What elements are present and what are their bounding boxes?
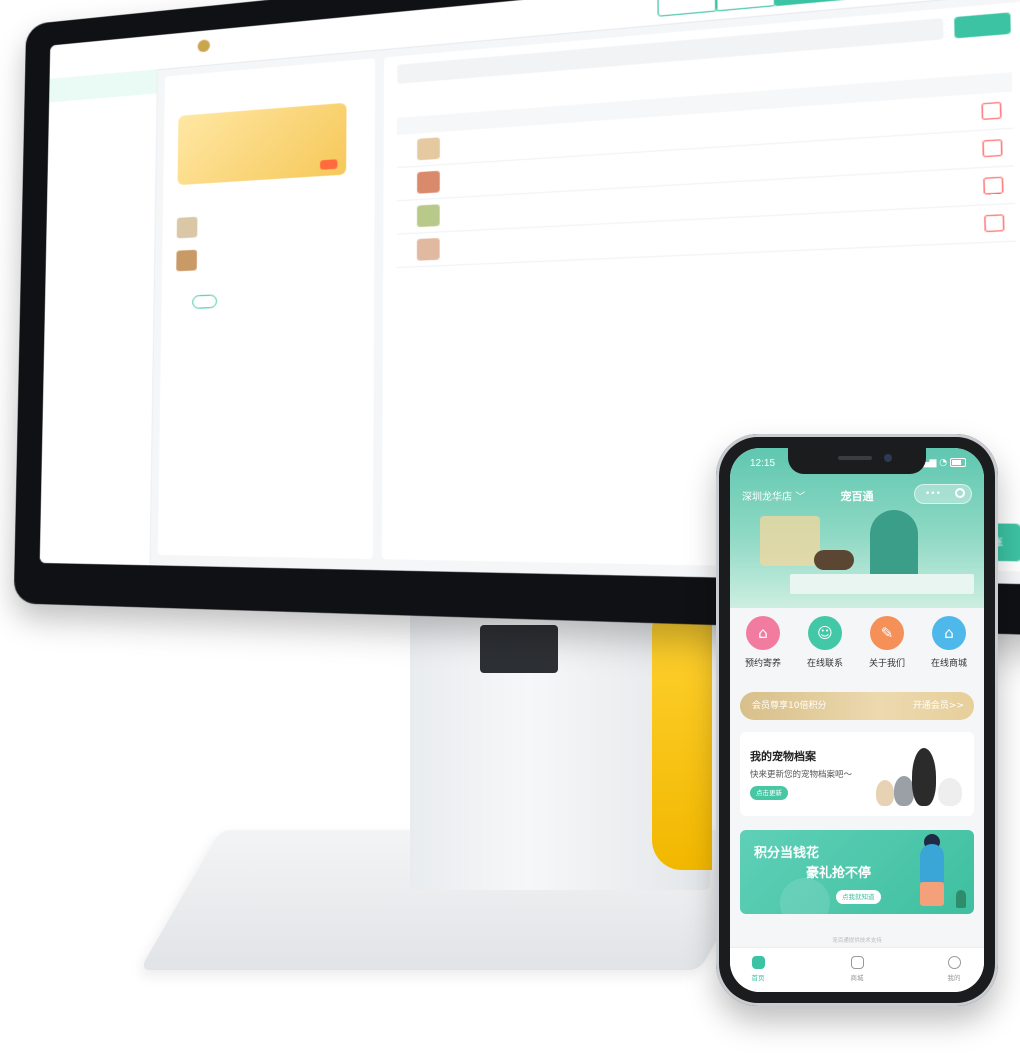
member-banner[interactable]: 会员尊享10倍积分 开通会员>> bbox=[740, 692, 974, 720]
hero-illustration bbox=[730, 510, 984, 608]
menu-item-boarding[interactable]: ⌂ 预约寄养 bbox=[732, 616, 794, 669]
smile-icon bbox=[947, 956, 961, 969]
pos-member-card bbox=[177, 102, 347, 186]
product-thumbnail bbox=[416, 237, 440, 261]
pos-pet-item[interactable] bbox=[176, 208, 346, 240]
menu-item-contact[interactable]: ☺ 在线联系 bbox=[794, 616, 856, 669]
menu-label: 在线联系 bbox=[806, 659, 843, 669]
points-promo-banner[interactable]: 积分当钱花 豪礼抢不停 点我就知道 bbox=[740, 830, 974, 914]
counter-illustration bbox=[790, 574, 974, 594]
tab-mine[interactable]: 我的 bbox=[934, 956, 974, 982]
speaker-grille bbox=[838, 456, 872, 460]
pos-sidebar bbox=[39, 69, 159, 566]
home-icon bbox=[751, 956, 765, 969]
tab-label: 我的 bbox=[947, 974, 961, 982]
pos-top-button-2[interactable] bbox=[714, 0, 777, 12]
menu-label: 预约寄养 bbox=[744, 659, 781, 669]
menu-label: 关于我们 bbox=[868, 659, 905, 669]
menu-item-shop[interactable]: ⌂ 在线商城 bbox=[918, 616, 980, 669]
pet-profile-card: 我的宠物档案 快来更新您的宠物档案吧～ 点击更新 bbox=[740, 732, 974, 816]
phone-device: 12:15 ▂▄▆ ◔ 深圳龙华店 ﹀ 宠百通 ••• ⌂ 预约寄养 ☺ 在线联… bbox=[716, 434, 998, 1006]
member-banner-text: 会员尊享10倍积分 bbox=[752, 701, 827, 711]
tech-support-note: 宠百通提供技术支持 bbox=[832, 938, 882, 944]
menu-item-about[interactable]: ✎ 关于我们 bbox=[856, 616, 918, 669]
pos-product-table bbox=[396, 72, 1017, 269]
update-profile-button[interactable]: 点击更新 bbox=[750, 786, 788, 800]
promo-line-2: 豪礼抢不停 bbox=[806, 866, 872, 881]
delete-icon[interactable] bbox=[981, 101, 1002, 121]
battery-icon bbox=[950, 458, 966, 467]
delete-icon[interactable] bbox=[983, 176, 1004, 195]
promo-line-1: 积分当钱花 bbox=[754, 846, 820, 861]
tab-mall[interactable]: 商城 bbox=[837, 956, 877, 982]
pos-member-card-button[interactable] bbox=[320, 159, 338, 170]
plant-icon bbox=[956, 890, 966, 908]
girl-illustration bbox=[920, 844, 944, 884]
pet-thumbnail bbox=[176, 249, 198, 272]
tab-label: 商城 bbox=[850, 974, 864, 982]
shop-icon: ⌂ bbox=[932, 616, 966, 650]
close-circle-icon[interactable] bbox=[955, 488, 965, 498]
open-membership-link[interactable]: 开通会员>> bbox=[913, 692, 964, 720]
pos-top-button-3[interactable] bbox=[773, 0, 864, 7]
dog-illustration bbox=[814, 550, 854, 570]
tab-label: 首页 bbox=[751, 974, 765, 982]
store-logo bbox=[197, 39, 210, 53]
quick-menu: ⌂ 预约寄养 ☺ 在线联系 ✎ 关于我们 ⌂ 在线商城 bbox=[730, 616, 984, 680]
product-thumbnail bbox=[416, 204, 440, 228]
pos-store-selector[interactable] bbox=[197, 39, 215, 53]
pos-card-reader bbox=[480, 625, 558, 673]
product-thumbnail bbox=[417, 170, 440, 194]
pos-yellow-panel bbox=[652, 600, 712, 870]
groomer-illustration bbox=[870, 510, 918, 580]
promo-button[interactable]: 点我就知道 bbox=[836, 890, 881, 904]
dog-icon bbox=[876, 780, 894, 806]
pos-add-pet-button[interactable] bbox=[192, 294, 217, 309]
phone-notch bbox=[788, 448, 926, 474]
girl-illustration bbox=[920, 882, 944, 906]
info-icon: ✎ bbox=[870, 616, 904, 650]
tab-home[interactable]: 首页 bbox=[738, 956, 778, 982]
pos-pet-item[interactable] bbox=[176, 243, 345, 274]
chat-icon: ☺ bbox=[808, 616, 842, 650]
phone-screen: 12:15 ▂▄▆ ◔ 深圳龙华店 ﹀ 宠百通 ••• ⌂ 预约寄养 ☺ 在线联… bbox=[730, 448, 984, 992]
wifi-icon: ◔ bbox=[939, 458, 948, 468]
bag-icon bbox=[850, 956, 864, 969]
cat-icon bbox=[938, 778, 962, 806]
house-icon: ⌂ bbox=[746, 616, 780, 650]
status-time: 12:15 bbox=[750, 458, 776, 469]
pet-thumbnail bbox=[176, 216, 198, 239]
pet-card-subtitle: 快来更新您的宠物档案吧～ bbox=[750, 770, 853, 780]
dog-icon bbox=[912, 748, 936, 806]
pets-illustration bbox=[876, 748, 966, 808]
delete-icon[interactable] bbox=[984, 214, 1005, 233]
bottom-tab-bar: 首页 商城 我的 bbox=[730, 947, 984, 992]
camera-icon bbox=[884, 454, 892, 462]
product-thumbnail bbox=[417, 137, 440, 161]
decor-bubble bbox=[780, 878, 830, 914]
delete-icon[interactable] bbox=[982, 139, 1003, 158]
menu-label: 在线商城 bbox=[930, 659, 967, 669]
more-icon[interactable]: ••• bbox=[925, 485, 941, 503]
cat-icon bbox=[894, 776, 914, 806]
pos-customer-panel bbox=[157, 58, 376, 560]
pos-search-button[interactable] bbox=[954, 12, 1011, 39]
miniprogram-capsule[interactable]: ••• bbox=[914, 484, 972, 504]
cage-illustration bbox=[760, 516, 820, 566]
pet-card-title: 我的宠物档案 bbox=[750, 750, 816, 763]
pos-top-button-1[interactable] bbox=[657, 0, 718, 17]
